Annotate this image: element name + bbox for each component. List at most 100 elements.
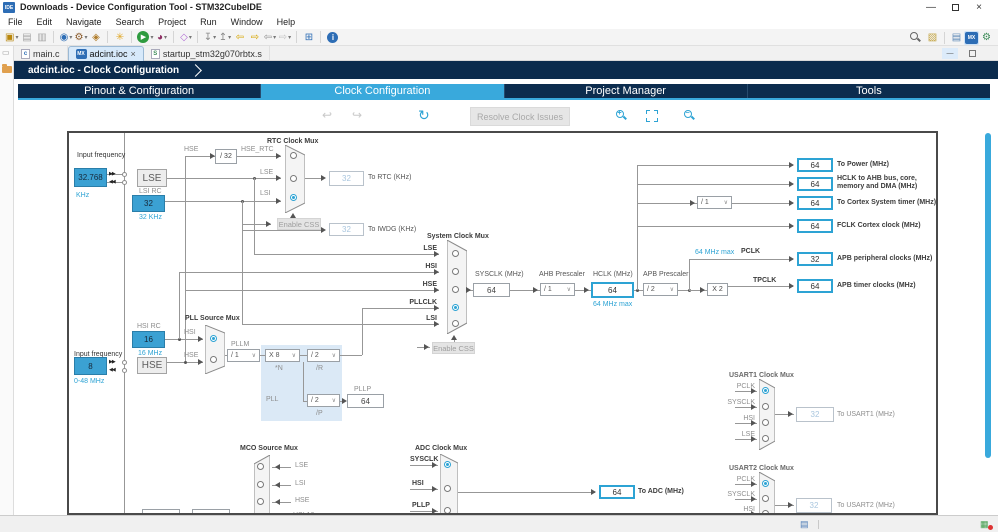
tab-project-manager[interactable]: Project Manager: [504, 84, 748, 98]
menu-search[interactable]: Search: [116, 17, 145, 27]
save-button[interactable]: ▤: [20, 30, 33, 45]
apb-peripheral-box[interactable]: 32: [797, 252, 833, 266]
minimize-view-button[interactable]: —: [942, 48, 958, 59]
last-edit-forward-button[interactable]: ⇨: [248, 30, 261, 45]
close-tab-icon[interactable]: ×: [131, 49, 136, 59]
rtc-mux-radio-lse[interactable]: [290, 175, 297, 182]
resolve-clock-issues-button[interactable]: Resolve Clock Issues: [470, 107, 570, 126]
redo-button[interactable]: ↪: [352, 108, 362, 122]
reset-button[interactable]: ↻: [418, 107, 430, 124]
restore-view-icon[interactable]: ▭: [2, 48, 10, 57]
mx-perspective-button[interactable]: MX: [964, 30, 979, 45]
hclk-ahb-box[interactable]: 64: [797, 177, 833, 191]
undo-button[interactable]: ↩: [322, 108, 332, 122]
rtc-mux-radio-lsi[interactable]: [290, 194, 297, 201]
sysclk-value-box[interactable]: 64: [473, 283, 510, 297]
power-clock-box[interactable]: 64: [797, 158, 833, 172]
debug-config-button[interactable]: ✳: [113, 30, 126, 45]
tab-clock-configuration[interactable]: Clock Configuration: [261, 84, 505, 98]
tab-tools[interactable]: Tools: [747, 84, 990, 98]
forward-button[interactable]: ⇨ ▾: [278, 30, 291, 45]
plln-dropdown[interactable]: X 8 ∨: [265, 349, 300, 362]
sys-mux-radio-pllclk[interactable]: [452, 304, 459, 311]
zoom-in-button[interactable]: +: [615, 109, 628, 122]
search-button[interactable]: [909, 31, 922, 44]
debug-perspective-button[interactable]: ⚙: [980, 30, 993, 45]
last-edit-back-button[interactable]: ⇦: [233, 30, 246, 45]
project-explorer-icon[interactable]: [2, 64, 12, 73]
usart1-mux-radio-sysclk[interactable]: [762, 403, 769, 410]
sys-mux-radio-lsi[interactable]: [452, 320, 459, 327]
usart2-mux-radio-sysclk[interactable]: [762, 495, 769, 502]
new-button[interactable]: ▣ ▾: [5, 30, 18, 45]
info-button[interactable]: i: [326, 30, 339, 45]
tab-pinout-configuration[interactable]: Pinout & Configuration: [18, 84, 262, 98]
pllr-dropdown[interactable]: / 2 ∨: [307, 349, 340, 362]
sys-mux-radio-hsi[interactable]: [452, 268, 459, 275]
run-button[interactable]: ▶ ▾: [137, 30, 153, 45]
pll-mux-radio-hse[interactable]: [210, 356, 217, 363]
sys-mux-radio-hse[interactable]: [452, 286, 459, 293]
menu-project[interactable]: Project: [158, 17, 186, 27]
hclk-value-box[interactable]: 64: [591, 282, 634, 298]
rtc-mux-radio-hse[interactable]: [290, 152, 297, 159]
build-button[interactable]: ⚙ ▾: [74, 30, 87, 45]
cortex-divider-dropdown[interactable]: / 1 ∨: [697, 196, 732, 209]
zoom-out-button[interactable]: −: [683, 109, 696, 122]
status-console-icon[interactable]: ▤: [800, 519, 809, 530]
build-all-button[interactable]: ◈: [89, 30, 102, 45]
adc-mux-radio-sysclk[interactable]: [444, 461, 451, 468]
menu-run[interactable]: Run: [200, 17, 217, 27]
import-button[interactable]: ↧ ▾: [203, 30, 216, 45]
pll-mux-radio-hsi[interactable]: [210, 335, 217, 342]
apb-prescaler-dropdown[interactable]: / 2 ∨: [643, 283, 678, 296]
tab-adcint-ioc[interactable]: MX adcint.ioc ×: [67, 46, 144, 61]
tab-startup-s[interactable]: S startup_stm32g070rbtx.s: [144, 46, 270, 61]
ahb-prescaler-dropdown[interactable]: / 1 ∨: [540, 283, 575, 296]
adc-mux-radio-hsi[interactable]: [444, 485, 451, 492]
profile-button[interactable]: ◕ ▾: [155, 30, 168, 45]
mco-mux-radio-lse[interactable]: [257, 463, 264, 470]
minimize-button[interactable]: —: [920, 1, 942, 14]
adc-clock-box[interactable]: 64: [599, 485, 635, 499]
cortex-timer-box[interactable]: 64: [797, 196, 833, 210]
breadcrumb-label[interactable]: adcint.ioc - Clock Configuration: [28, 65, 179, 76]
hse-frequency-input[interactable]: 8: [74, 357, 107, 375]
pllm-dropdown[interactable]: / 1 ∨: [227, 349, 260, 362]
fclk-box[interactable]: 64: [797, 219, 833, 233]
menu-help[interactable]: Help: [277, 17, 296, 27]
cpp-perspective-button[interactable]: ▤: [950, 30, 963, 45]
pllp-dropdown[interactable]: / 2 ∨: [307, 394, 340, 407]
close-button[interactable]: ×: [968, 1, 990, 14]
menu-window[interactable]: Window: [231, 17, 263, 27]
usart1-mux-radio-pclk[interactable]: [762, 387, 769, 394]
maximize-button[interactable]: [944, 1, 966, 14]
back-button[interactable]: ⇦ ▾: [263, 30, 276, 45]
usart1-mux-radio-hsi[interactable]: [762, 419, 769, 426]
usart2-mux-radio-pclk[interactable]: [762, 480, 769, 487]
rtc-enable-css-button[interactable]: Enable CSS: [277, 218, 321, 230]
sys-mux-radio-lse[interactable]: [452, 250, 459, 257]
sys-enable-css-button[interactable]: Enable CSS: [432, 342, 475, 354]
apb-timer-box[interactable]: 64: [797, 279, 833, 293]
mco-mux-radio-lsi[interactable]: [257, 481, 264, 488]
vertical-scrollbar[interactable]: [985, 133, 991, 458]
mco-mux-radio-hse[interactable]: [257, 498, 264, 505]
menu-file[interactable]: File: [8, 17, 23, 27]
save-all-button[interactable]: ▥: [35, 30, 48, 45]
clock-diagram-canvas[interactable]: Input frequency 32.768 KHz ▶▶ ◀◀ LSE LSI…: [67, 131, 938, 515]
usart1-mux-radio-lse[interactable]: [762, 435, 769, 442]
lsi-frequency-box[interactable]: 32: [132, 195, 165, 212]
pllp-value-box[interactable]: 64: [347, 394, 384, 408]
open-perspective-button[interactable]: ▧: [926, 30, 939, 45]
menu-edit[interactable]: Edit: [37, 17, 53, 27]
menu-navigate[interactable]: Navigate: [66, 17, 102, 27]
maximize-view-button[interactable]: [964, 48, 980, 59]
open-console-button[interactable]: ⊞: [302, 30, 315, 45]
codegen-button[interactable]: ◇ ▾: [179, 30, 192, 45]
adc-mux-radio-pllp[interactable]: [444, 507, 451, 513]
target-button[interactable]: ◉ ▾: [59, 30, 73, 45]
hsi-frequency-box[interactable]: 16: [132, 331, 165, 348]
zoom-fit-button[interactable]: [646, 110, 658, 122]
export-button[interactable]: ↥ ▾: [218, 30, 231, 45]
